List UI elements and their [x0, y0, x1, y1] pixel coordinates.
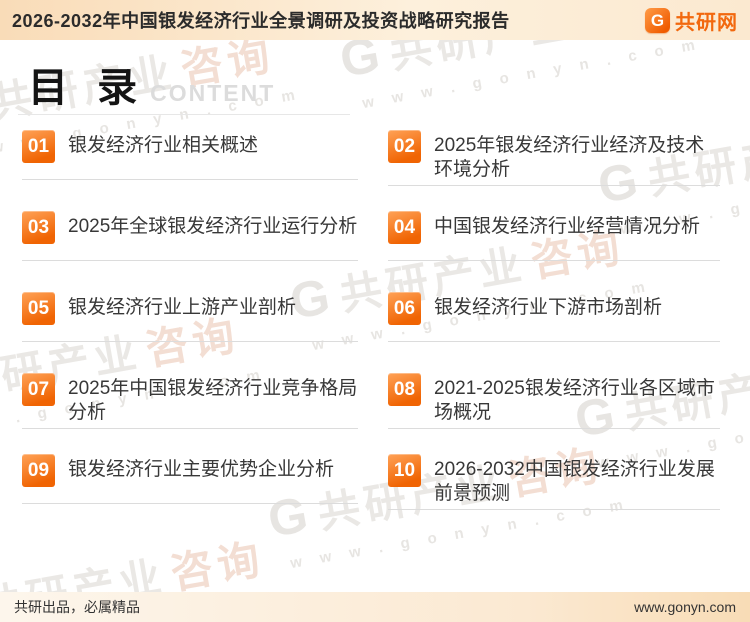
toc-item[interactable]: 10 2026-2032中国银发经济行业发展前景预测: [388, 454, 720, 535]
chapter-number-badge: 06: [388, 292, 421, 325]
footer-website[interactable]: www.gonyn.com: [634, 599, 736, 615]
chapter-number-badge: 04: [388, 211, 421, 244]
toc-item-row: 06 银发经济行业下游市场剖析: [388, 292, 720, 338]
footer-bar: 共研出品，必属精品 www.gonyn.com: [0, 592, 750, 622]
toc-item-row: 02 2025年银发经济行业经济及技术环境分析: [388, 130, 720, 182]
chapter-title: 中国银发经济行业经营情况分析: [434, 216, 701, 237]
toc-item-row: 03 2025年全球银发经济行业运行分析: [22, 211, 358, 257]
toc-heading: 目 录 CONTENT: [0, 40, 750, 110]
chapter-title: 2026-2032中国银发经济行业发展前景预测: [434, 459, 715, 504]
chapter-title: 银发经济行业上游产业剖析: [68, 297, 297, 318]
item-divider: [22, 341, 358, 342]
toc-content: 目 录 CONTENT 01 银发经济行业相关概述 02 2025年银发经济行业…: [0, 40, 750, 535]
chapter-number-badge: 08: [388, 373, 421, 406]
item-divider: [22, 428, 358, 429]
chapter-title: 银发经济行业相关概述: [68, 135, 259, 156]
item-divider: [22, 260, 358, 261]
watermark-tile: G共研产业咨询w w w . g o n y n . c o m: [555, 550, 750, 592]
toc-item-row: 07 2025年中国银发经济行业竞争格局分析: [22, 373, 358, 425]
header-bar: 2026-2032年中国银发经济行业全景调研及投资战略研究报告 G 共研网: [0, 0, 750, 40]
toc-heading-en: CONTENT: [150, 80, 276, 106]
toc-item-row: 10 2026-2032中国银发经济行业发展前景预测: [388, 454, 720, 506]
toc-item-row: 04 中国银发经济行业经营情况分析: [388, 211, 720, 257]
toc-item[interactable]: 06 银发经济行业下游市场剖析: [388, 292, 720, 373]
toc-item-row: 05 银发经济行业上游产业剖析: [22, 292, 358, 338]
chapter-number-badge: 10: [388, 454, 421, 487]
toc-item[interactable]: 07 2025年中国银发经济行业竞争格局分析: [22, 373, 358, 454]
toc-item[interactable]: 01 银发经济行业相关概述: [22, 130, 358, 211]
toc-main: G共研产业咨询w w w . g o n y n . c o mG共研产业咨询w…: [0, 40, 750, 592]
footer-slogan: 共研出品，必属精品: [14, 599, 140, 615]
toc-item[interactable]: 02 2025年银发经济行业经济及技术环境分析: [388, 130, 720, 211]
item-divider: [388, 341, 720, 342]
chapter-number-badge: 07: [22, 373, 55, 406]
chapter-number-badge: 09: [22, 454, 55, 487]
toc-item[interactable]: 08 2021-2025银发经济行业各区域市场概况: [388, 373, 720, 454]
toc-item-row: 08 2021-2025银发经济行业各区域市场概况: [388, 373, 720, 425]
item-divider: [388, 185, 720, 186]
toc-item-row: 09 银发经济行业主要优势企业分析: [22, 454, 358, 500]
chapter-number-badge: 02: [388, 130, 421, 163]
item-divider: [22, 179, 358, 180]
chapter-title: 2025年中国银发经济行业竞争格局分析: [68, 378, 358, 423]
toc-item-row: 01 银发经济行业相关概述: [22, 130, 358, 176]
toc-heading-zh: 目 录: [28, 66, 147, 110]
toc-item[interactable]: 03 2025年全球银发经济行业运行分析: [22, 211, 358, 292]
item-divider: [22, 503, 358, 504]
toc-item[interactable]: 04 中国银发经济行业经营情况分析: [388, 211, 720, 292]
brand-logo[interactable]: G 共研网: [645, 6, 738, 35]
logo-brand-name: 共研网: [675, 11, 738, 34]
chapter-number-badge: 05: [22, 292, 55, 325]
chapter-title: 2021-2025银发经济行业各区域市场概况: [434, 378, 715, 423]
item-divider: [388, 428, 720, 429]
chapter-title: 银发经济行业主要优势企业分析: [68, 459, 335, 480]
chapter-title: 2025年全球银发经济行业运行分析: [68, 216, 358, 237]
logo-g-icon: G: [645, 7, 670, 33]
chapter-number-badge: 01: [22, 130, 55, 163]
chapter-number-badge: 03: [22, 211, 55, 244]
toc-item[interactable]: 05 银发经济行业上游产业剖析: [22, 292, 358, 373]
item-divider: [388, 260, 720, 261]
heading-divider: [18, 114, 350, 115]
toc-item[interactable]: 09 银发经济行业主要优势企业分析: [22, 454, 358, 535]
item-divider: [388, 509, 720, 510]
report-title: 2026-2032年中国银发经济行业全景调研及投资战略研究报告: [12, 11, 510, 31]
chapter-title: 2025年银发经济行业经济及技术环境分析: [434, 135, 705, 180]
chapter-title: 银发经济行业下游市场剖析: [434, 297, 663, 318]
report-toc-page: 2026-2032年中国银发经济行业全景调研及投资战略研究报告 G 共研网 G共…: [0, 0, 750, 622]
toc-grid: 01 银发经济行业相关概述 02 2025年银发经济行业经济及技术环境分析 03…: [0, 130, 750, 535]
